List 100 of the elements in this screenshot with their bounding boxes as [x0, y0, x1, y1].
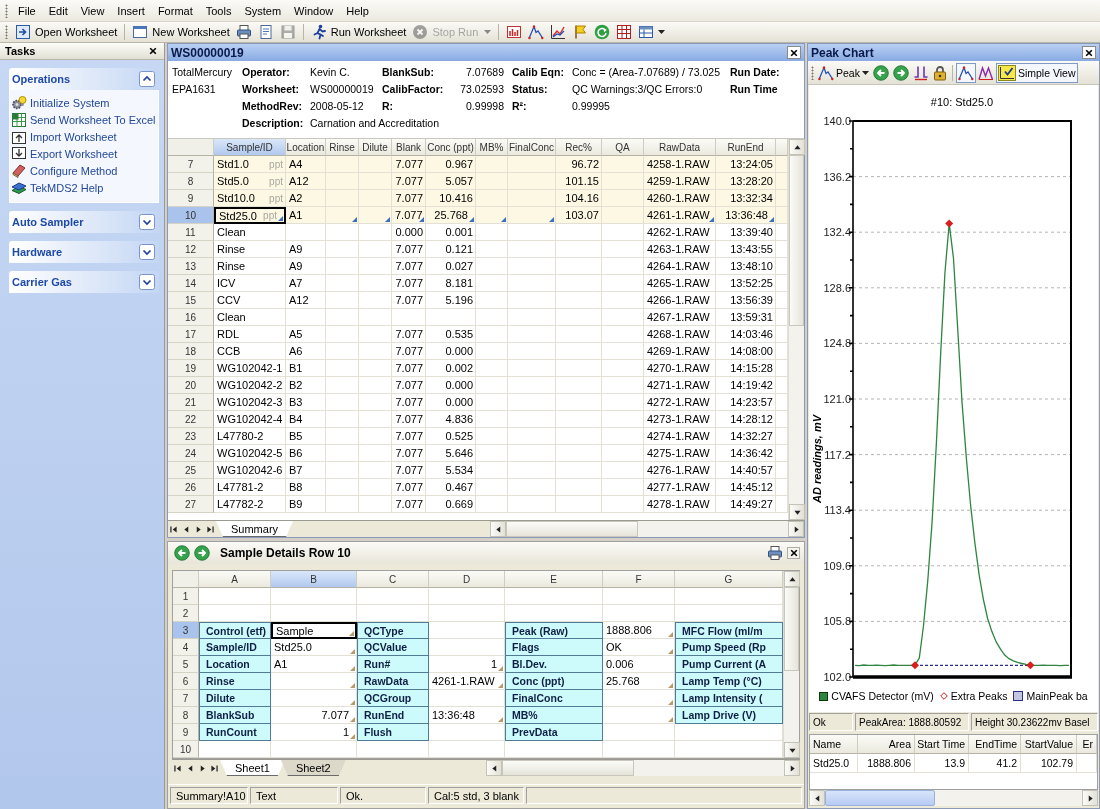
field-cell[interactable]: [271, 605, 357, 622]
column-header[interactable]: Dilute: [359, 139, 392, 156]
column-header[interactable]: E: [505, 571, 603, 588]
row-header[interactable]: 17: [168, 326, 214, 343]
row-header[interactable]: 16: [168, 309, 214, 326]
row-header[interactable]: 3: [173, 622, 199, 639]
row-header[interactable]: 11: [168, 224, 214, 241]
column-header[interactable]: F: [603, 571, 675, 588]
scrollbar-thumb[interactable]: [784, 587, 799, 672]
column-header[interactable]: QA: [602, 139, 644, 156]
column-header[interactable]: B: [271, 571, 357, 588]
row-header[interactable]: 10: [173, 741, 199, 758]
field-cell[interactable]: [505, 588, 603, 605]
row-header[interactable]: 19: [168, 360, 214, 377]
close-button[interactable]: [787, 46, 801, 59]
print-button[interactable]: [767, 545, 783, 561]
sheet-tab[interactable]: Sheet1: [220, 760, 285, 776]
vertical-scrollbar[interactable]: [788, 139, 804, 520]
row-header[interactable]: 6: [173, 673, 199, 690]
scroll-right-button[interactable]: [1082, 790, 1098, 806]
scrollbar-thumb[interactable]: [825, 790, 935, 806]
field-cell[interactable]: [357, 741, 429, 758]
scrollbar-thumb[interactable]: [789, 155, 804, 327]
sheet-tab[interactable]: Summary: [216, 521, 294, 537]
field-cell[interactable]: [357, 588, 429, 605]
column-header[interactable]: Blank: [392, 139, 426, 156]
row-header[interactable]: 15: [168, 292, 214, 309]
menu-item[interactable]: File: [12, 2, 43, 19]
toggle-button[interactable]: Simple View: [995, 62, 1078, 83]
close-button[interactable]: [147, 45, 159, 57]
column-header[interactable]: G: [675, 571, 783, 588]
back-button[interactable]: [174, 545, 190, 561]
row-header[interactable]: 10: [168, 207, 214, 224]
grip-handle[interactable]: [811, 65, 814, 80]
task-group-header[interactable]: Hardware: [9, 241, 159, 263]
scroll-up-button[interactable]: [784, 571, 800, 587]
task-group-header[interactable]: Carrier Gas: [9, 271, 159, 293]
field-cell[interactable]: [505, 741, 603, 758]
row-header[interactable]: 21: [168, 394, 214, 411]
column-header[interactable]: Er: [1077, 735, 1097, 754]
close-button[interactable]: [1082, 46, 1096, 59]
column-header[interactable]: StartValue: [1021, 735, 1077, 754]
row-header[interactable]: 26: [168, 479, 214, 496]
forward-button[interactable]: [194, 545, 210, 561]
task-link[interactable]: Import Worksheet: [11, 129, 157, 145]
column-header[interactable]: RunEnd: [716, 139, 776, 156]
row-header[interactable]: 7: [168, 156, 214, 173]
row-header[interactable]: 5: [173, 656, 199, 673]
field-cell[interactable]: [199, 588, 271, 605]
column-header[interactable]: EndTime: [969, 735, 1021, 754]
scrollbar-thumb[interactable]: [506, 521, 638, 537]
scroll-down-button[interactable]: [789, 504, 805, 520]
scroll-down-button[interactable]: [784, 742, 800, 758]
row-header[interactable]: 22: [168, 411, 214, 428]
field-cell[interactable]: [429, 605, 505, 622]
menu-item[interactable]: Edit: [42, 2, 75, 19]
row-header[interactable]: 4: [173, 639, 199, 656]
field-cell[interactable]: [603, 741, 675, 758]
menu-item[interactable]: Tools: [199, 2, 239, 19]
row-header[interactable]: 13: [168, 258, 214, 275]
task-link[interactable]: Configure Method: [11, 163, 157, 179]
menu-item[interactable]: Insert: [111, 2, 152, 19]
row-header[interactable]: 2: [173, 605, 199, 622]
column-header[interactable]: Location: [286, 139, 326, 156]
scroll-right-button[interactable]: [784, 760, 800, 776]
column-header[interactable]: MB%: [476, 139, 508, 156]
row-header[interactable]: 8: [168, 173, 214, 190]
column-header[interactable]: Conc (ppt): [426, 139, 476, 156]
menu-item[interactable]: Window: [288, 2, 341, 19]
column-header[interactable]: Start Time: [915, 735, 969, 754]
column-header[interactable]: Area: [858, 735, 915, 754]
menu-item[interactable]: View: [74, 2, 112, 19]
scroll-left-button[interactable]: [809, 790, 825, 806]
column-header[interactable]: D: [429, 571, 505, 588]
column-header[interactable]: Name: [810, 735, 858, 754]
task-link[interactable]: Send Worksheet To Excel: [11, 112, 157, 128]
scrollbar-thumb[interactable]: [502, 760, 634, 776]
sheet-tab[interactable]: Sheet2: [280, 760, 346, 776]
column-header[interactable]: RawData: [644, 139, 716, 156]
row-header[interactable]: 7: [173, 690, 199, 707]
row-header[interactable]: 27: [168, 496, 214, 513]
column-header[interactable]: Rinse: [326, 139, 359, 156]
column-header[interactable]: Rec%: [556, 139, 602, 156]
grip-handle[interactable]: [5, 25, 8, 39]
field-cell[interactable]: [603, 588, 675, 605]
field-cell[interactable]: [429, 588, 505, 605]
close-button[interactable]: [787, 547, 800, 559]
scroll-left-button[interactable]: [490, 521, 506, 537]
row-header[interactable]: 20: [168, 377, 214, 394]
row-header[interactable]: 9: [173, 724, 199, 741]
task-link[interactable]: Initialize System: [11, 95, 157, 111]
toolbar-button[interactable]: New Worksheet: [129, 22, 233, 42]
column-header[interactable]: Sample/ID: [214, 139, 286, 156]
toggle-button[interactable]: [955, 62, 976, 83]
horizontal-scrollbar[interactable]: [809, 790, 1098, 806]
field-cell[interactable]: [429, 741, 505, 758]
column-header[interactable]: FinalConc: [508, 139, 556, 156]
row-header[interactable]: 23: [168, 428, 214, 445]
toolbar-button[interactable]: Open Worksheet: [12, 22, 121, 42]
row-header[interactable]: 9: [168, 190, 214, 207]
